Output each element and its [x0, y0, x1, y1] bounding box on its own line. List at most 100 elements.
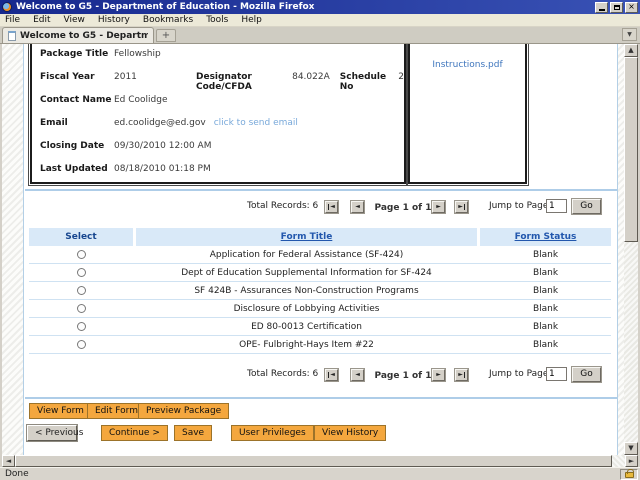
go-button[interactable]: Go: [572, 199, 601, 214]
form-select-radio[interactable]: [76, 250, 86, 259]
status-bar: Done: [0, 467, 640, 480]
page-content: Package Title Fellowship Fiscal Year 201…: [25, 44, 617, 455]
next-page-button[interactable]: ►: [432, 201, 445, 213]
lock-icon: [624, 468, 634, 478]
browser-window: Welcome to G5 - Department of Education …: [0, 0, 640, 480]
previous-button[interactable]: < Previous: [27, 425, 83, 441]
form-title-cell: Dept of Education Supplemental Informati…: [181, 267, 432, 278]
firefox-icon: [2, 2, 12, 12]
form-select-radio[interactable]: [76, 268, 86, 277]
package-details-panel: Package Title Fellowship Fiscal Year 201…: [28, 44, 408, 186]
instructions-panel: Instructions.pdf: [406, 44, 529, 186]
form-title-cell: SF 424B - Assurances Non-Construction Pr…: [194, 285, 419, 296]
form-select-radio[interactable]: [76, 340, 86, 349]
last-page-button[interactable]: ►: [455, 369, 468, 381]
close-button[interactable]: ×: [625, 1, 638, 13]
menu-bookmarks[interactable]: Bookmarks: [143, 15, 193, 25]
send-email-link[interactable]: click to send email: [214, 118, 298, 128]
next-page-icon: ►: [436, 371, 441, 378]
go-button[interactable]: Go: [572, 367, 601, 382]
email-value: ed.coolidge@ed.gov: [114, 118, 206, 128]
new-tab-button[interactable]: +: [156, 29, 176, 42]
next-page-button[interactable]: ►: [432, 369, 445, 381]
first-page-button[interactable]: ◄: [325, 369, 338, 381]
menu-edit[interactable]: Edit: [33, 15, 50, 25]
next-page-icon: ►: [436, 203, 441, 210]
first-page-icon: [328, 204, 330, 210]
window-title: Welcome to G5 - Department of Education …: [16, 2, 315, 12]
forms-table: Select Form Title Form Status Applicatio…: [29, 228, 611, 354]
schedule-no-label: Schedule No: [339, 72, 387, 92]
first-page-button[interactable]: ◄: [325, 201, 338, 213]
form-select-radio[interactable]: [76, 286, 86, 295]
jump-to-page-label: Jump to Page: [489, 201, 549, 211]
table-row: SF 424B - Assurances Non-Construction Pr…: [29, 282, 611, 300]
page-right-margin: [617, 44, 624, 455]
package-title-label: Package Title: [40, 49, 109, 59]
divider-line: [25, 397, 617, 399]
total-records-label: Total Records: 6: [247, 369, 319, 379]
scroll-up-icon: ▲: [628, 46, 634, 54]
list-all-tabs-button[interactable]: ▼: [622, 28, 637, 41]
tab-strip: Welcome to G5 - Department of Edu... + ▼: [0, 27, 640, 44]
menu-history[interactable]: History: [98, 15, 130, 25]
status-text: Done: [5, 469, 29, 479]
scroll-down-button[interactable]: ▼: [624, 442, 638, 455]
previous-page-button[interactable]: ◄: [351, 201, 364, 213]
email-label: Email: [40, 118, 68, 128]
menu-view[interactable]: View: [64, 15, 85, 25]
form-select-radio[interactable]: [76, 322, 86, 331]
last-updated-label: Last Updated: [40, 164, 108, 174]
tab-welcome-g5[interactable]: Welcome to G5 - Department of Edu...: [2, 27, 154, 43]
horizontal-scrollbar-thumb[interactable]: [15, 455, 612, 467]
pagination-bottom: Total Records: 6 ◄ ◄ Page 1 of 1 ► ► Jum…: [25, 362, 617, 388]
designator-code-label: Designator Code/CFDA: [196, 72, 252, 92]
minimize-button[interactable]: [595, 1, 608, 13]
form-status-sort-link[interactable]: Form Status: [515, 232, 577, 242]
save-button[interactable]: Save: [174, 425, 213, 441]
scroll-right-button[interactable]: ►: [625, 455, 638, 467]
form-status-cell: Blank: [532, 285, 559, 296]
security-indicator[interactable]: [620, 468, 638, 480]
tab-title: Welcome to G5 - Department of Edu...: [20, 30, 148, 41]
table-header-row: Select Form Title Form Status: [29, 228, 611, 246]
preview-package-button[interactable]: Preview Package: [138, 403, 230, 419]
previous-page-icon: ◄: [355, 203, 360, 210]
continue-button[interactable]: Continue >: [101, 425, 168, 441]
total-records-label: Total Records: 6: [247, 201, 319, 211]
previous-page-icon: ◄: [355, 371, 360, 378]
menu-tools[interactable]: Tools: [206, 15, 228, 25]
title-bar: Welcome to G5 - Department of Education …: [0, 0, 640, 14]
view-form-button[interactable]: View Form: [29, 403, 92, 419]
form-title-cell: Application for Federal Assistance (SF-4…: [209, 249, 404, 260]
table-row: Disclosure of Lobbying Activities Blank: [29, 300, 611, 318]
close-icon: ×: [628, 2, 635, 11]
instructions-pdf-link[interactable]: Instructions.pdf: [432, 60, 502, 70]
view-history-button[interactable]: View History: [314, 425, 387, 441]
restore-button[interactable]: [610, 1, 623, 13]
content-viewport: Package Title Fellowship Fiscal Year 201…: [2, 44, 624, 455]
table-row: ED 80-0013 Certification Blank: [29, 318, 611, 336]
jump-to-page-input[interactable]: [546, 367, 567, 381]
last-page-icon: [463, 204, 465, 210]
horizontal-scrollbar[interactable]: ◄ ►: [2, 455, 638, 467]
table-row: OPE- Fulbright-Hays Item #22 Blank: [29, 336, 611, 354]
scroll-left-button[interactable]: ◄: [2, 455, 15, 467]
scroll-right-icon: ►: [628, 456, 635, 465]
scroll-up-button[interactable]: ▲: [624, 44, 638, 57]
jump-to-page-input[interactable]: [546, 199, 567, 213]
schedule-no-value: 2: [398, 72, 404, 82]
form-select-radio[interactable]: [76, 304, 86, 313]
form-status-cell: Blank: [532, 267, 559, 278]
menu-help[interactable]: Help: [241, 15, 262, 25]
last-page-button[interactable]: ►: [455, 201, 468, 213]
scroll-down-icon: ▼: [628, 444, 634, 452]
menu-file[interactable]: File: [5, 15, 20, 25]
vertical-scrollbar[interactable]: ▲ ▼: [624, 44, 638, 455]
closing-date-value: 09/30/2010 12:00 AM: [114, 141, 212, 151]
vertical-scrollbar-thumb[interactable]: [624, 57, 638, 242]
previous-page-button[interactable]: ◄: [351, 369, 364, 381]
fiscal-year-value: 2011: [114, 72, 137, 82]
user-privileges-button[interactable]: User Privileges: [231, 425, 314, 441]
form-title-sort-link[interactable]: Form Title: [281, 232, 333, 242]
